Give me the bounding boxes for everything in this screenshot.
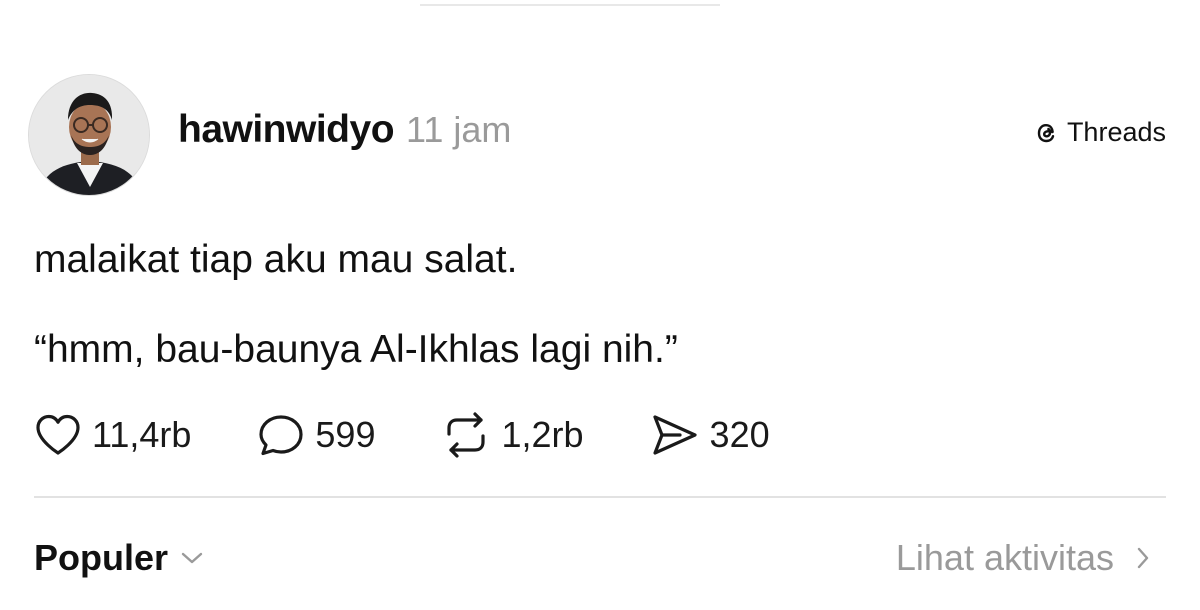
previous-content-edge	[420, 0, 720, 6]
post-actions: 11,4rb 599 1,2rb 320	[34, 412, 836, 458]
chevron-down-icon	[181, 552, 203, 564]
activity-label: Lihat aktivitas	[895, 537, 1114, 578]
avatar[interactable]	[28, 74, 150, 196]
post-text-line: malaikat tiap aku mau salat.	[34, 238, 518, 281]
profile-photo	[29, 75, 149, 195]
threads-logo-icon	[1031, 118, 1061, 148]
threads-source-link[interactable]: Threads	[1031, 117, 1166, 148]
post-text-line: “hmm, bau-baunya Al-Ikhlas lagi nih.”	[34, 328, 678, 371]
like-button[interactable]: 11,4rb	[34, 412, 191, 458]
post-header: hawinwidyo 11 jam	[178, 108, 511, 160]
chevron-right-icon	[1137, 547, 1149, 569]
author-username[interactable]: hawinwidyo	[178, 108, 395, 152]
sort-dropdown[interactable]: Populer	[34, 537, 204, 579]
reply-count: 599	[315, 414, 376, 455]
repost-icon	[447, 412, 486, 458]
divider	[34, 496, 1166, 498]
reply-button[interactable]: 599	[257, 412, 375, 458]
send-icon	[652, 415, 697, 455]
share-count: 320	[709, 414, 770, 455]
heart-icon	[36, 414, 80, 455]
view-activity-link[interactable]: Lihat aktivitas	[896, 537, 1150, 579]
comment-bubble-icon	[259, 415, 304, 456]
repost-button[interactable]: 1,2rb	[441, 412, 584, 458]
source-label: Threads	[1066, 117, 1166, 147]
repost-count: 1,2rb	[501, 414, 584, 455]
post-timestamp: 11 jam	[406, 109, 512, 150]
like-count: 11,4rb	[92, 414, 192, 455]
sort-label: Populer	[34, 537, 169, 578]
share-button[interactable]: 320	[650, 412, 770, 458]
